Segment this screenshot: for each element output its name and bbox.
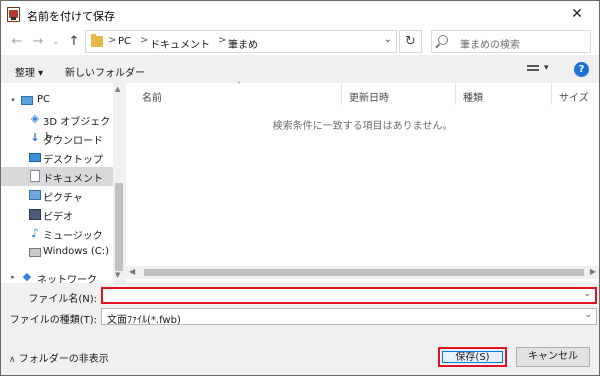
filename-label: ファイル名(N): [28,294,97,305]
sidebar-item-videos[interactable]: ビデオ [1,205,113,224]
sidebar-item-network[interactable]: ▸ ◆ ネットワーク [1,268,113,284]
sidebar-item-desktop[interactable]: デスクトップ [1,148,113,167]
documents-icon [30,170,40,182]
hide-folders-label: フォルダーの非表示 [18,354,109,365]
3d-objects-icon: ◈ [30,112,40,125]
breadcrumb-separator: > [108,35,117,46]
chevron-down-icon[interactable]: ⌄ [583,289,591,299]
scroll-thumb[interactable] [144,269,584,276]
close-button[interactable]: ✕ [555,1,599,29]
search-icon [438,35,448,45]
sidebar-item-windows-c[interactable]: Windows (C:) [1,243,113,262]
column-header-size[interactable]: サイズ [559,89,589,104]
up-arrow-icon[interactable]: ↑ [64,32,84,52]
desktop-icon [29,153,41,162]
recent-locations-icon[interactable]: ⌄ [46,32,66,52]
filetype-value[interactable]: 文面ﾌｧｲﾙ(*.fwb) [107,311,181,326]
app-icon [7,7,20,22]
expand-chevron-icon[interactable]: ▸ [7,271,19,283]
view-options-icon[interactable] [527,65,539,75]
breadcrumb-fudemame[interactable]: 筆まめ [228,36,258,51]
cancel-button[interactable]: キャンセル [516,347,590,367]
new-folder-button[interactable]: 新しいフォルダー [65,64,145,79]
column-header-type[interactable]: 種類 [463,89,483,104]
scroll-thumb[interactable] [115,183,123,271]
view-dropdown-icon[interactable]: ▾ [544,63,549,73]
network-icon: ◆ [22,270,32,283]
filetype-select[interactable]: 文面ﾌｧｲﾙ(*.fwb) ⌄ [101,308,597,326]
sidebar-item-documents[interactable]: ドキュメント [1,167,113,186]
help-icon[interactable]: ? [574,62,589,77]
computer-icon [21,96,33,105]
breadcrumb-pc[interactable]: PC [118,36,131,47]
column-header-name[interactable]: 名前 [142,89,162,104]
back-arrow-icon[interactable]: ← [7,32,27,52]
scroll-down-icon[interactable]: ▼ [115,271,120,279]
sidebar-item-label: ドキュメント [43,174,103,185]
hide-folders-toggle[interactable]: ∧ フォルダーの非表示 [9,350,109,365]
breadcrumb-separator: > [218,35,227,46]
sidebar-item-downloads[interactable]: ↓ ダウンロード [1,129,113,148]
refresh-icon[interactable]: ↻ [399,30,422,53]
column-divider[interactable] [551,83,552,105]
save-button[interactable]: 保存(S) [438,347,507,367]
chevron-down-icon[interactable]: ⌄ [584,310,592,320]
download-icon: ↓ [30,131,40,144]
dialog-title: 名前を付けて保存 [27,10,115,23]
sidebar-item-music[interactable]: ♪ ミュージック [1,224,113,243]
search-placeholder[interactable]: 筆まめの検索 [460,36,520,51]
sidebar-item-pc[interactable]: ▾ PC [1,91,113,110]
title-bar: 名前を付けて保存 ✕ [1,1,599,29]
empty-results-message: 検索条件に一致する項目はありません。 [272,121,453,132]
organize-button[interactable]: 整理 ▾ [15,64,43,79]
column-divider[interactable] [341,83,342,105]
sidebar-item-label: ピクチャ [43,193,83,204]
file-list-scrollbar[interactable]: ◀ ▶ [126,266,599,279]
forward-arrow-icon[interactable]: → [28,32,48,52]
filename-field[interactable]: ⌄ [101,287,597,304]
navigation-pane-scrollbar[interactable]: ▲ ▼ [113,83,125,283]
sort-caret-icon: ˄ [237,81,241,90]
sidebar-item-label: ネットワーク [37,275,97,283]
address-bar[interactable]: > PC > ドキュメント > 筆まめ ⌄ [85,30,397,53]
sidebar-item-label: PC [37,94,51,105]
sidebar-item-label: ビデオ [43,212,73,223]
sidebar-item-3d-objects[interactable]: ◈ 3D オブジェクト [1,110,113,144]
folder-icon [91,34,103,47]
drive-icon [29,248,41,257]
save-as-dialog: 名前を付けて保存 ✕ ← → ⌄ ↑ > PC > ドキュメント > 筆まめ ⌄… [0,0,600,376]
scroll-right-icon[interactable]: ▶ [590,267,596,276]
sidebar-item-label: デスクトップ [43,155,103,166]
navigation-bar: ← → ⌄ ↑ > PC > ドキュメント > 筆まめ ⌄ ↻ 筆まめの検索 [1,29,599,55]
breadcrumb-separator: > [140,35,149,46]
scroll-left-icon[interactable]: ◀ [129,267,135,276]
column-header-modified[interactable]: 更新日時 [349,89,389,104]
search-box[interactable]: 筆まめの検索 [431,30,591,53]
sidebar-item-label: Windows (C:) [43,246,109,257]
chevron-up-icon: ∧ [9,355,16,365]
expand-chevron-icon[interactable]: ▾ [7,94,19,106]
pictures-icon [29,190,41,200]
filetype-label: ファイルの種類(T): [9,315,97,326]
scroll-up-icon[interactable]: ▲ [115,85,120,93]
chevron-down-icon[interactable]: ⌄ [384,34,392,45]
file-list[interactable]: ˄ 名前 更新日時 種類 サイズ 検索条件に一致する項目はありません。 [126,81,599,283]
music-icon: ♪ [31,226,39,240]
navigation-pane: ▾ PC ◈ 3D オブジェクト ↓ ダウンロード デスクトップ ドキュメント … [1,83,125,283]
breadcrumb-documents[interactable]: ドキュメント [150,36,210,51]
command-bar: 整理 ▾ 新しいフォルダー ▾ ? [1,57,599,83]
videos-icon [29,209,41,220]
column-divider[interactable] [455,83,456,105]
sidebar-item-label: ダウンロード [43,136,103,147]
sidebar-item-label: ミュージック [43,231,103,242]
sidebar-item-pictures[interactable]: ピクチャ [1,186,113,205]
